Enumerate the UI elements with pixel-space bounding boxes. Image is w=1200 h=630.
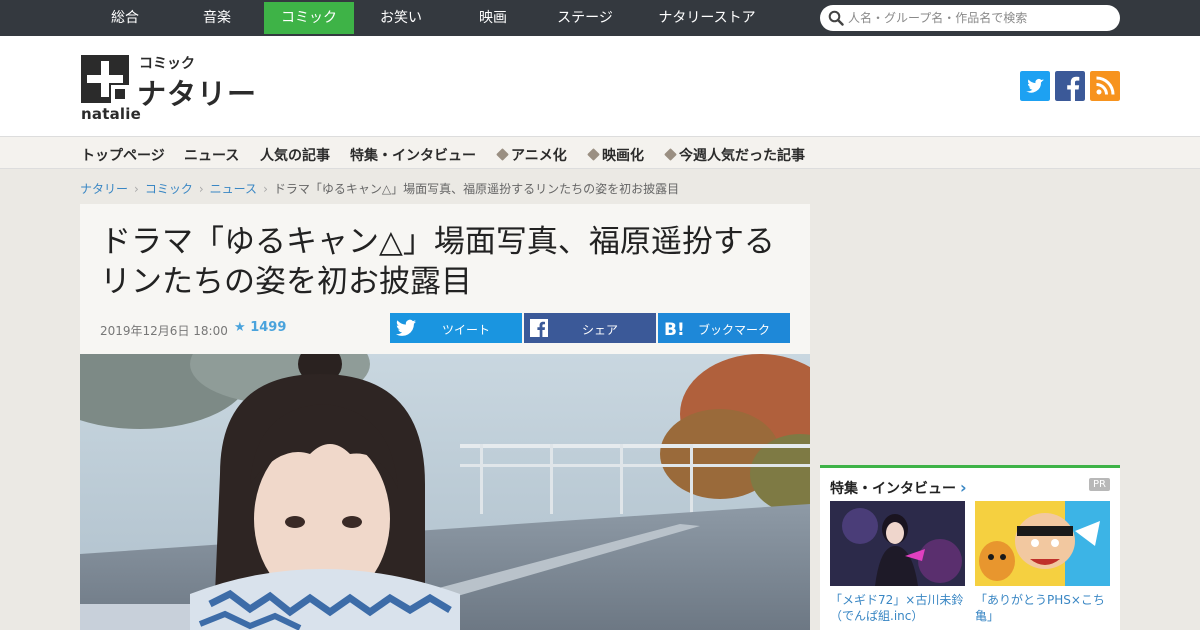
nav-item-store[interactable]: ナタリーストア	[640, 2, 774, 34]
subnav-item-news[interactable]: ニュース	[184, 145, 239, 165]
subnav-item-weekly[interactable]: 今週人気だった記事	[664, 145, 805, 165]
section-navigation: トップページ ニュース 人気の記事 特集・インタビュー アニメ化 映画化 今週人…	[0, 136, 1200, 169]
sidebar-title[interactable]: 特集・インタビュー	[830, 478, 956, 498]
feature-interview-box: 特集・インタビュー › PR 「メギド72」×古川未鈴（でんぱ組.inc） 「あ…	[820, 465, 1120, 630]
facebook-share-button[interactable]: シェア	[524, 313, 656, 343]
rss-icon[interactable]	[1090, 71, 1120, 101]
twitter-icon[interactable]	[1020, 71, 1050, 101]
breadcrumb: ナタリー › コミック › ニュース › ドラマ「ゆるキャン△」場面写真、福原遥扮するリンた…	[80, 180, 679, 197]
subnav-item-anime[interactable]: アニメ化	[496, 145, 567, 165]
breadcrumb-item[interactable]: ニュース	[210, 182, 257, 196]
tweet-button-label: ツイート	[441, 323, 490, 337]
breadcrumb-item[interactable]: コミック	[145, 182, 193, 196]
nav-item-music[interactable]: 音楽	[172, 2, 262, 34]
article-header: ドラマ「ゆるキャン△」場面写真、福原遥扮するリンたちの姿を初お披露目 2019年…	[80, 204, 810, 354]
search-input[interactable]	[848, 8, 1110, 28]
nav-item-stage[interactable]: ステージ	[540, 2, 630, 34]
star-count-value: 1499	[250, 320, 287, 335]
feature-caption[interactable]: 「メギド72」×古川未鈴（でんぱ組.inc）	[830, 592, 970, 624]
logo-title[interactable]: ナタリー	[137, 71, 257, 113]
article-photo	[80, 354, 810, 630]
breadcrumb-current: ドラマ「ゆるキャン△」場面写真、福原遥扮するリンたちの姿を初お披露目	[273, 182, 680, 196]
logo-wordmark: natalie	[81, 105, 141, 123]
natalie-logo-mark-icon[interactable]	[81, 55, 129, 103]
megido-thumbnail-image	[830, 501, 965, 586]
feature-thumbnail[interactable]	[830, 501, 965, 586]
drama-still-image	[80, 354, 810, 630]
article-title: ドラマ「ゆるキャン△」場面写真、福原遥扮するリンたちの姿を初お披露目	[100, 224, 775, 300]
chevron-right-icon: ›	[134, 182, 139, 196]
nav-item-comic[interactable]: コミック	[264, 2, 354, 34]
subnav-item-popular[interactable]: 人気の記事	[260, 145, 330, 165]
top-navigation: 総合 音楽 コミック お笑い 映画 ステージ ナタリーストア	[0, 0, 1200, 36]
hatena-bookmark-button[interactable]: B! ブックマーク	[658, 313, 790, 343]
feature-thumbnail[interactable]	[975, 501, 1110, 586]
star-icon: ★	[234, 320, 246, 335]
chevron-right-icon[interactable]: ›	[960, 478, 967, 497]
nav-item-owarai[interactable]: お笑い	[356, 2, 446, 34]
search-box[interactable]	[820, 5, 1120, 31]
breadcrumb-item[interactable]: ナタリー	[80, 182, 128, 196]
nav-item-general[interactable]: 総合	[80, 2, 170, 34]
subnav-item-movie[interactable]: 映画化	[587, 145, 644, 165]
kochikame-thumbnail-image	[975, 501, 1110, 586]
subnav-item-movie-label: 映画化	[602, 148, 644, 164]
logo-section-label: コミック	[139, 56, 195, 72]
search-icon	[828, 10, 844, 26]
chevron-right-icon: ›	[198, 182, 204, 196]
tweet-button[interactable]: ツイート	[390, 313, 522, 343]
nav-item-movie[interactable]: 映画	[448, 2, 538, 34]
tag-icon	[664, 148, 677, 161]
chevron-right-icon: ›	[263, 182, 268, 196]
share-button-label: シェア	[581, 323, 618, 337]
subnav-item-weekly-label: 今週人気だった記事	[679, 148, 805, 164]
subnav-item-features[interactable]: 特集・インタビュー	[350, 145, 476, 165]
feature-caption[interactable]: 「ありがとうPHS×こち亀」	[975, 592, 1115, 624]
bookmark-button-label: ブックマーク	[697, 323, 770, 337]
facebook-icon[interactable]	[1055, 71, 1085, 101]
article-date: 2019年12月6日 18:00	[100, 324, 228, 338]
tag-icon	[496, 148, 509, 161]
pr-badge: PR	[1089, 478, 1110, 491]
star-count: ★ 1499	[234, 320, 286, 335]
subnav-item-top[interactable]: トップページ	[81, 145, 165, 165]
site-header: natalie コミック ナタリー	[0, 36, 1200, 136]
tag-icon	[587, 148, 600, 161]
subnav-item-anime-label: アニメ化	[511, 148, 567, 164]
